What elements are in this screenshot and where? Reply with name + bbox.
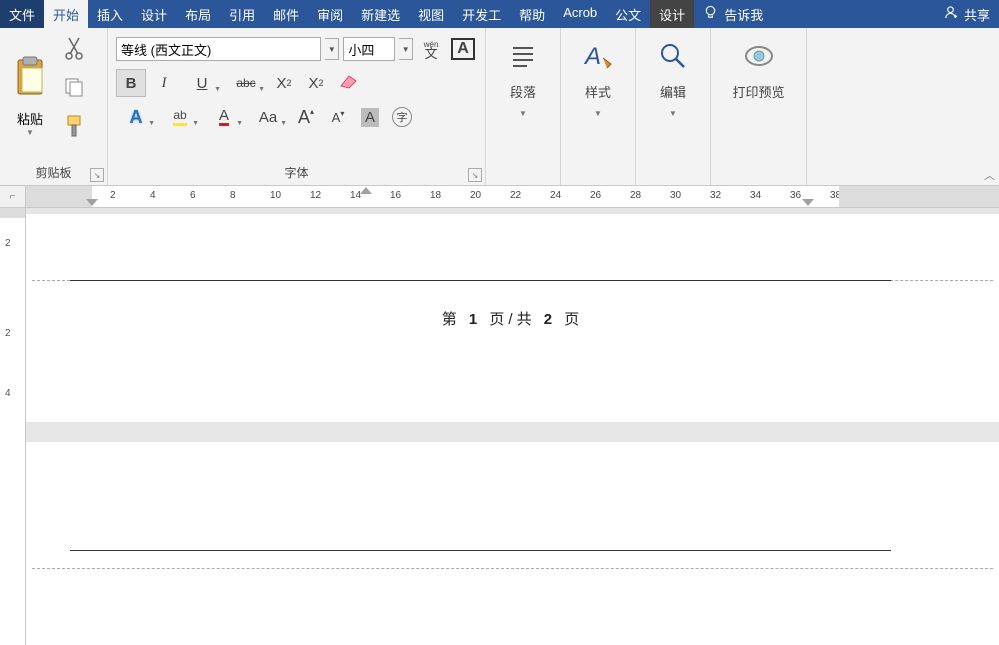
tab-file[interactable]: 文件	[0, 0, 44, 28]
tab-tellme[interactable]: 告诉我	[694, 0, 772, 28]
right-indent-marker[interactable]	[802, 199, 814, 206]
tab-newbuild[interactable]: 新建选	[352, 0, 409, 28]
tab-gongwen[interactable]: 公文	[606, 0, 650, 28]
group-paragraph: 段落 ▼	[486, 28, 561, 185]
cut-icon[interactable]	[63, 36, 85, 65]
group-font: 等线 (西文正文) ▼ 小四 ▼ wén 文 A B I U▼ abc▼ X2 …	[108, 28, 486, 185]
ruler-vertical[interactable]: 2 2 4	[0, 208, 26, 645]
clear-format-button[interactable]	[334, 69, 362, 97]
header-boundary-2	[70, 550, 891, 551]
printpreview-label: 打印预览	[732, 82, 784, 101]
bold-button[interactable]: B	[116, 69, 146, 97]
header-boundary	[70, 280, 891, 281]
share-label: 共享	[964, 5, 990, 24]
text-effects-button[interactable]: A▼	[116, 103, 156, 131]
tab-acrobat[interactable]: Acrob	[554, 0, 606, 28]
font-name-dropdown[interactable]: ▼	[325, 38, 339, 60]
editing-label: 编辑	[660, 82, 686, 101]
char-border-button[interactable]: A	[449, 35, 477, 63]
underline-button[interactable]: U▼	[182, 69, 222, 97]
styles-label: 样式	[585, 82, 611, 101]
ruler-horizontal[interactable]: 2468101214161820222426283032343638404244	[26, 186, 999, 208]
paste-label: 粘贴	[17, 109, 43, 128]
tab-design[interactable]: 设计	[132, 0, 176, 28]
ribbon-tabs: 文件 开始 插入 设计 布局 引用 邮件 审阅 新建选 视图 开发工 帮助 Ac…	[0, 0, 999, 28]
printpreview-button[interactable]	[741, 38, 777, 74]
hanging-indent-marker[interactable]	[86, 199, 98, 206]
tellme-label: 告诉我	[724, 5, 763, 24]
italic-button[interactable]: I	[150, 69, 178, 97]
svg-text:A: A	[583, 43, 601, 70]
ruler-corner[interactable]: ⌐	[0, 186, 26, 208]
ribbon: 粘贴 ▼ 剪贴板 ↘ 等线 (西文正文) ▼ 小四 ▼	[0, 28, 999, 186]
paragraph-button[interactable]	[505, 38, 541, 74]
ribbon-collapse-button[interactable]: ︿	[984, 167, 995, 183]
paste-button[interactable]: 粘贴 ▼	[4, 32, 56, 137]
tab-developer[interactable]: 开发工	[453, 0, 510, 28]
tab-mail[interactable]: 邮件	[264, 0, 308, 28]
grow-font-button[interactable]: A▴	[292, 103, 320, 131]
highlight-button[interactable]: ab▼	[160, 103, 200, 131]
tab-insert[interactable]: 插入	[88, 0, 132, 28]
lightbulb-icon	[703, 5, 718, 23]
font-launcher[interactable]: ↘	[468, 168, 482, 182]
paragraph-label: 段落	[510, 82, 536, 101]
font-color-button[interactable]: A▼	[204, 103, 244, 131]
shrink-font-button[interactable]: A▾	[324, 103, 352, 131]
change-case-button[interactable]: Aa▼	[248, 103, 288, 131]
clipboard-icon	[12, 56, 48, 105]
styles-button[interactable]: A	[580, 38, 616, 74]
copy-icon[interactable]	[63, 76, 85, 103]
first-line-indent-marker[interactable]	[360, 187, 372, 194]
document-area[interactable]: 第 1 页/共 2 页	[26, 208, 999, 645]
font-name-combo[interactable]: 等线 (西文正文)	[116, 37, 321, 61]
phonetic-guide-button[interactable]: wén 文	[417, 35, 445, 63]
group-printpreview: 打印预览	[711, 28, 807, 185]
tab-view[interactable]: 视图	[409, 0, 453, 28]
page-2[interactable]	[26, 442, 999, 645]
font-size-combo[interactable]: 小四	[343, 37, 395, 61]
tab-help[interactable]: 帮助	[510, 0, 554, 28]
font-size-dropdown[interactable]: ▼	[399, 38, 413, 60]
superscript-button[interactable]: X2	[302, 69, 330, 97]
clipboard-launcher[interactable]: ↘	[90, 168, 104, 182]
tab-share[interactable]: 共享	[934, 0, 999, 28]
char-shading-button[interactable]: A	[356, 103, 384, 131]
share-icon	[943, 5, 958, 23]
tab-layout[interactable]: 布局	[176, 0, 220, 28]
editing-button[interactable]	[655, 38, 691, 74]
page-1[interactable]: 第 1 页/共 2 页	[26, 214, 999, 422]
page-number-text: 第 1 页/共 2 页	[26, 308, 999, 329]
group-editing: 编辑 ▼	[636, 28, 711, 185]
subscript-button[interactable]: X2	[270, 69, 298, 97]
format-painter-icon[interactable]	[63, 114, 85, 143]
font-group-label: 字体	[108, 164, 485, 183]
enclose-char-button[interactable]: 字	[388, 103, 416, 131]
group-clipboard: 粘贴 ▼ 剪贴板 ↘	[0, 28, 108, 185]
tab-references[interactable]: 引用	[220, 0, 264, 28]
eraser-icon	[337, 72, 359, 94]
tab-home[interactable]: 开始	[44, 0, 88, 28]
group-styles: A 样式 ▼	[561, 28, 636, 185]
tab-design2[interactable]: 设计	[650, 0, 694, 28]
strikethrough-button[interactable]: abc▼	[226, 69, 266, 97]
tab-review[interactable]: 审阅	[308, 0, 352, 28]
